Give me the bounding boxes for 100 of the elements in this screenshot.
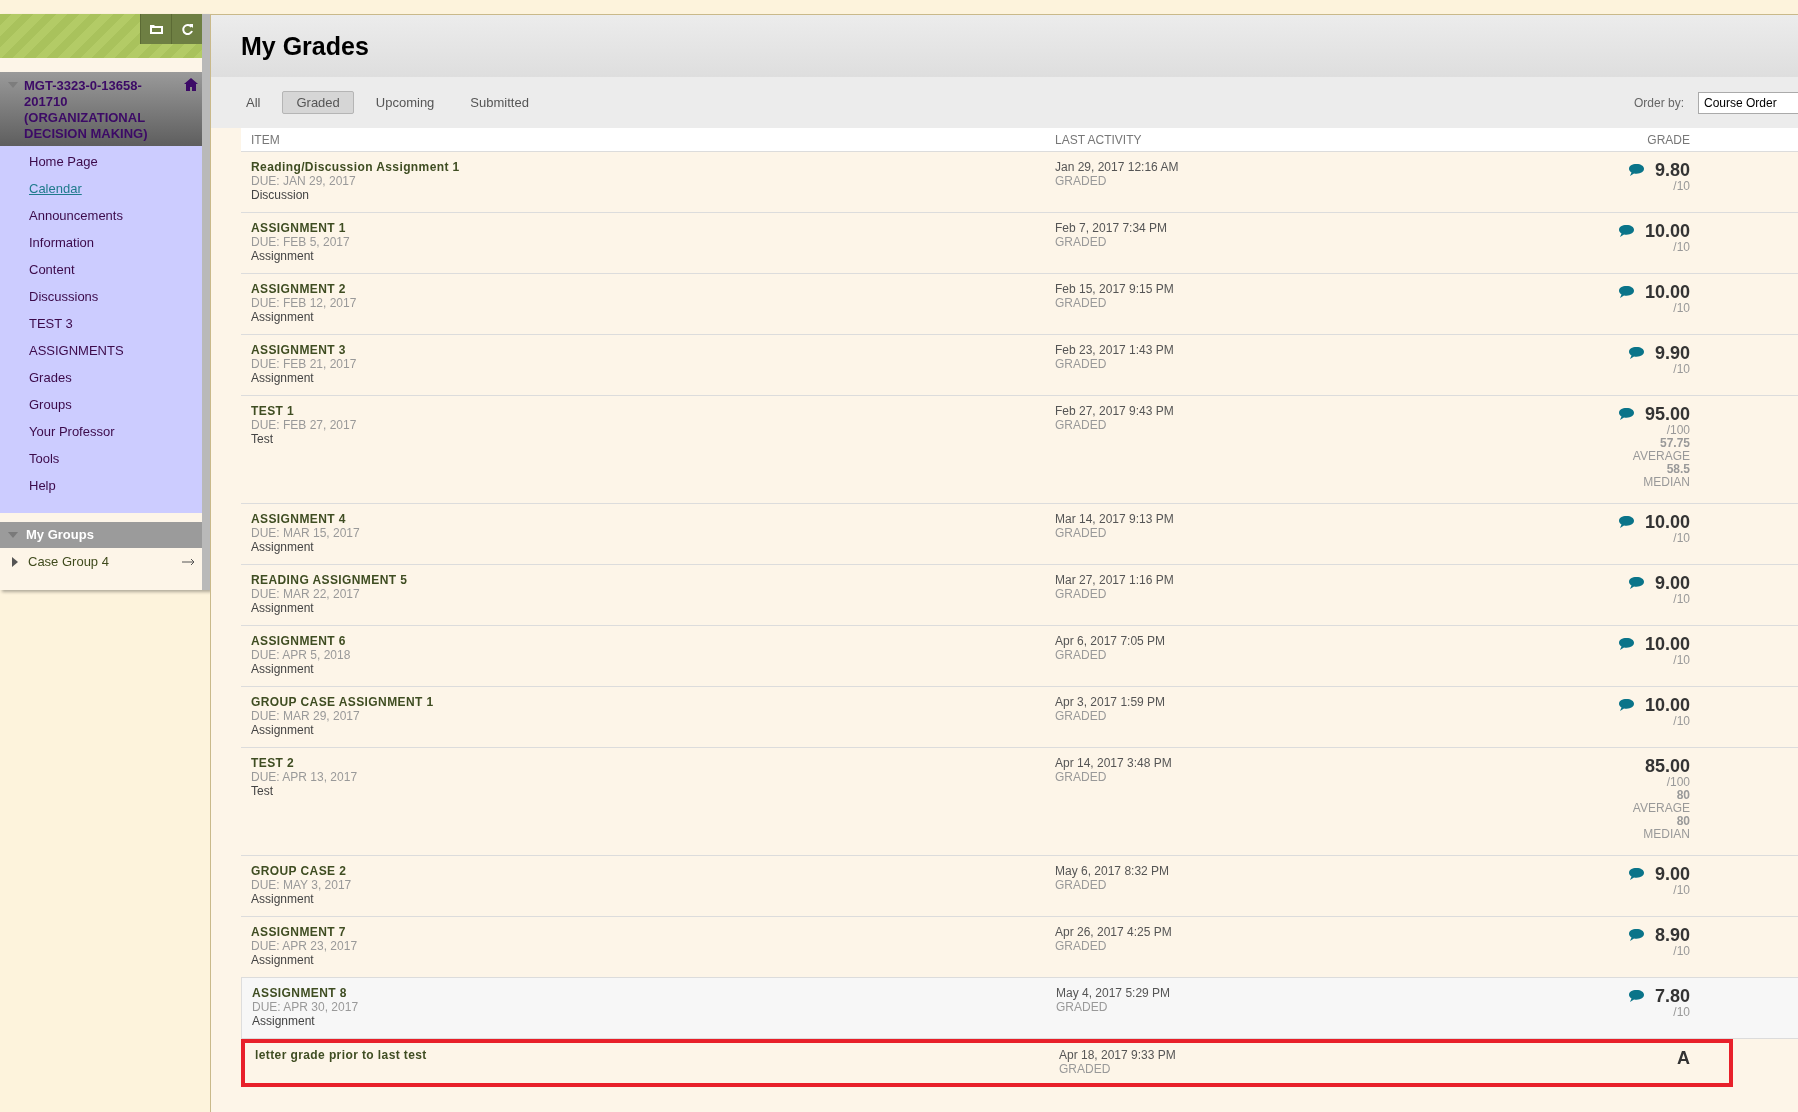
- due-date: DUE: FEB 27, 2017: [251, 418, 358, 432]
- filter-tab[interactable]: Graded: [282, 90, 354, 115]
- grade-value: 10.00: [1644, 282, 1690, 302]
- grade-value: 10.00: [1644, 221, 1690, 241]
- item-title[interactable]: ASSIGNMENT 7: [251, 925, 1055, 939]
- due-date: DUE: MAR 29, 2017: [251, 709, 361, 723]
- status-text: GRADED: [1055, 587, 1108, 601]
- points-possible: /10: [1673, 302, 1690, 314]
- arrow-icon[interactable]: [182, 558, 196, 566]
- activity-date: Feb 23, 2017 1:43 PM: [1055, 343, 1175, 357]
- item-title[interactable]: READING ASSIGNMENT 5: [251, 573, 1055, 587]
- due-date: DUE: FEB 21, 2017: [251, 357, 358, 371]
- grade-value: 10.00: [1644, 695, 1690, 715]
- menu-link[interactable]: Your Professor: [0, 418, 202, 445]
- due-date: DUE: APR 13, 2017: [251, 770, 359, 784]
- group-link[interactable]: Case Group 4: [28, 552, 174, 572]
- menu-link[interactable]: Content: [0, 256, 202, 283]
- comment-icon[interactable]: [1617, 515, 1635, 529]
- due-date: DUE: APR 23, 2017: [251, 939, 359, 953]
- activity-date: May 6, 2017 8:32 PM: [1055, 864, 1171, 878]
- item-title[interactable]: ASSIGNMENT 2: [251, 282, 1055, 296]
- column-header: GRADE: [1646, 131, 1690, 149]
- comment-icon[interactable]: [1617, 637, 1635, 651]
- item-category: Assignment: [251, 601, 315, 615]
- status-text: GRADED: [1055, 296, 1108, 310]
- comment-icon[interactable]: [1627, 576, 1645, 590]
- grade-value: 95.00: [1644, 404, 1690, 424]
- comment-icon[interactable]: [1617, 407, 1635, 421]
- grade-value: 8.90: [1654, 925, 1690, 945]
- sort-select[interactable]: Course Order: [1698, 91, 1798, 114]
- item-title[interactable]: Reading/Discussion Assignment 1: [251, 160, 1055, 174]
- menu-link[interactable]: ASSIGNMENTS: [0, 337, 202, 364]
- grade-value: 9.00: [1654, 573, 1690, 593]
- item-title[interactable]: TEST 1: [251, 404, 1055, 418]
- home-icon[interactable]: [184, 78, 198, 91]
- menu-link[interactable]: Home Page: [0, 148, 202, 175]
- expand-triangle-icon[interactable]: [10, 557, 20, 567]
- status-text: GRADED: [1055, 357, 1108, 371]
- folder-icon[interactable]: [140, 14, 171, 44]
- comment-icon[interactable]: [1627, 163, 1645, 177]
- comment-icon[interactable]: [1617, 698, 1635, 712]
- comment-icon[interactable]: [1627, 928, 1645, 942]
- status-text: GRADED: [1055, 418, 1108, 432]
- due-date: DUE: FEB 12, 2017: [251, 296, 358, 310]
- menu-link[interactable]: Help: [0, 472, 202, 499]
- item-title[interactable]: GROUP CASE ASSIGNMENT 1: [251, 695, 1055, 709]
- status-text: GRADED: [1059, 1062, 1112, 1076]
- status-text: GRADED: [1055, 770, 1108, 784]
- stat-label: AVERAGE: [1632, 802, 1690, 814]
- item-title[interactable]: ASSIGNMENT 4: [251, 512, 1055, 526]
- comment-icon[interactable]: [1617, 285, 1635, 299]
- refresh-icon[interactable]: [171, 14, 202, 44]
- menu-link[interactable]: Groups: [0, 391, 202, 418]
- item-title[interactable]: letter grade prior to last test: [255, 1048, 1059, 1062]
- status-text: GRADED: [1055, 526, 1108, 540]
- filter-tab[interactable]: Upcoming: [361, 90, 449, 115]
- due-date: DUE: APR 30, 2017: [252, 1000, 360, 1014]
- points-possible: /10: [1673, 715, 1690, 727]
- item-category: Assignment: [251, 540, 315, 554]
- comment-icon[interactable]: [1617, 224, 1635, 238]
- status-text: GRADED: [1055, 648, 1108, 662]
- menu-link[interactable]: Information: [0, 229, 202, 256]
- activity-date: May 4, 2017 5:29 PM: [1056, 986, 1172, 1000]
- activity-date: Apr 26, 2017 4:25 PM: [1055, 925, 1173, 939]
- grade-value: A: [1677, 1048, 1690, 1068]
- menu-link[interactable]: Grades: [0, 364, 202, 391]
- menu-link[interactable]: Discussions: [0, 283, 202, 310]
- status-text: GRADED: [1055, 709, 1108, 723]
- comment-icon[interactable]: [1627, 989, 1645, 1003]
- filter-tab[interactable]: All: [241, 90, 275, 115]
- item-category: Assignment: [251, 723, 315, 737]
- due-date: DUE: FEB 5, 2017: [251, 235, 351, 249]
- item-title[interactable]: ASSIGNMENT 1: [251, 221, 1055, 235]
- due-date: DUE: MAR 22, 2017: [251, 587, 361, 601]
- item-category: Assignment: [251, 310, 315, 324]
- comment-icon[interactable]: [1627, 346, 1645, 360]
- activity-date: Apr 18, 2017 9:33 PM: [1059, 1048, 1177, 1062]
- item-category: Assignment: [251, 249, 315, 263]
- item-title[interactable]: ASSIGNMENT 3: [251, 343, 1055, 357]
- stat-label: MEDIAN: [1643, 476, 1690, 488]
- menu-link[interactable]: TEST 3: [0, 310, 202, 337]
- grade-value: 9.00: [1654, 864, 1690, 884]
- grade-value: 7.80: [1654, 986, 1690, 1006]
- item-category: Assignment: [252, 1014, 316, 1028]
- filter-tab[interactable]: Submitted: [456, 90, 543, 115]
- stat-label: MEDIAN: [1643, 828, 1690, 840]
- activity-date: Jan 29, 2017 12:16 AM: [1055, 160, 1180, 174]
- grade-value: 10.00: [1644, 634, 1690, 654]
- status-text: GRADED: [1055, 878, 1108, 892]
- activity-date: Apr 3, 2017 1:59 PM: [1055, 695, 1167, 709]
- activity-date: Mar 14, 2017 9:13 PM: [1055, 512, 1175, 526]
- menu-link[interactable]: Tools: [0, 445, 202, 472]
- item-title[interactable]: TEST 2: [251, 756, 1055, 770]
- item-title[interactable]: ASSIGNMENT 6: [251, 634, 1055, 648]
- menu-link[interactable]: Announcements: [0, 202, 202, 229]
- item-title[interactable]: GROUP CASE 2: [251, 864, 1055, 878]
- item-title[interactable]: ASSIGNMENT 8: [252, 986, 1056, 1000]
- order-by-label: Order by:: [1634, 94, 1684, 112]
- comment-icon[interactable]: [1627, 867, 1645, 881]
- points-possible: /10: [1673, 363, 1690, 375]
